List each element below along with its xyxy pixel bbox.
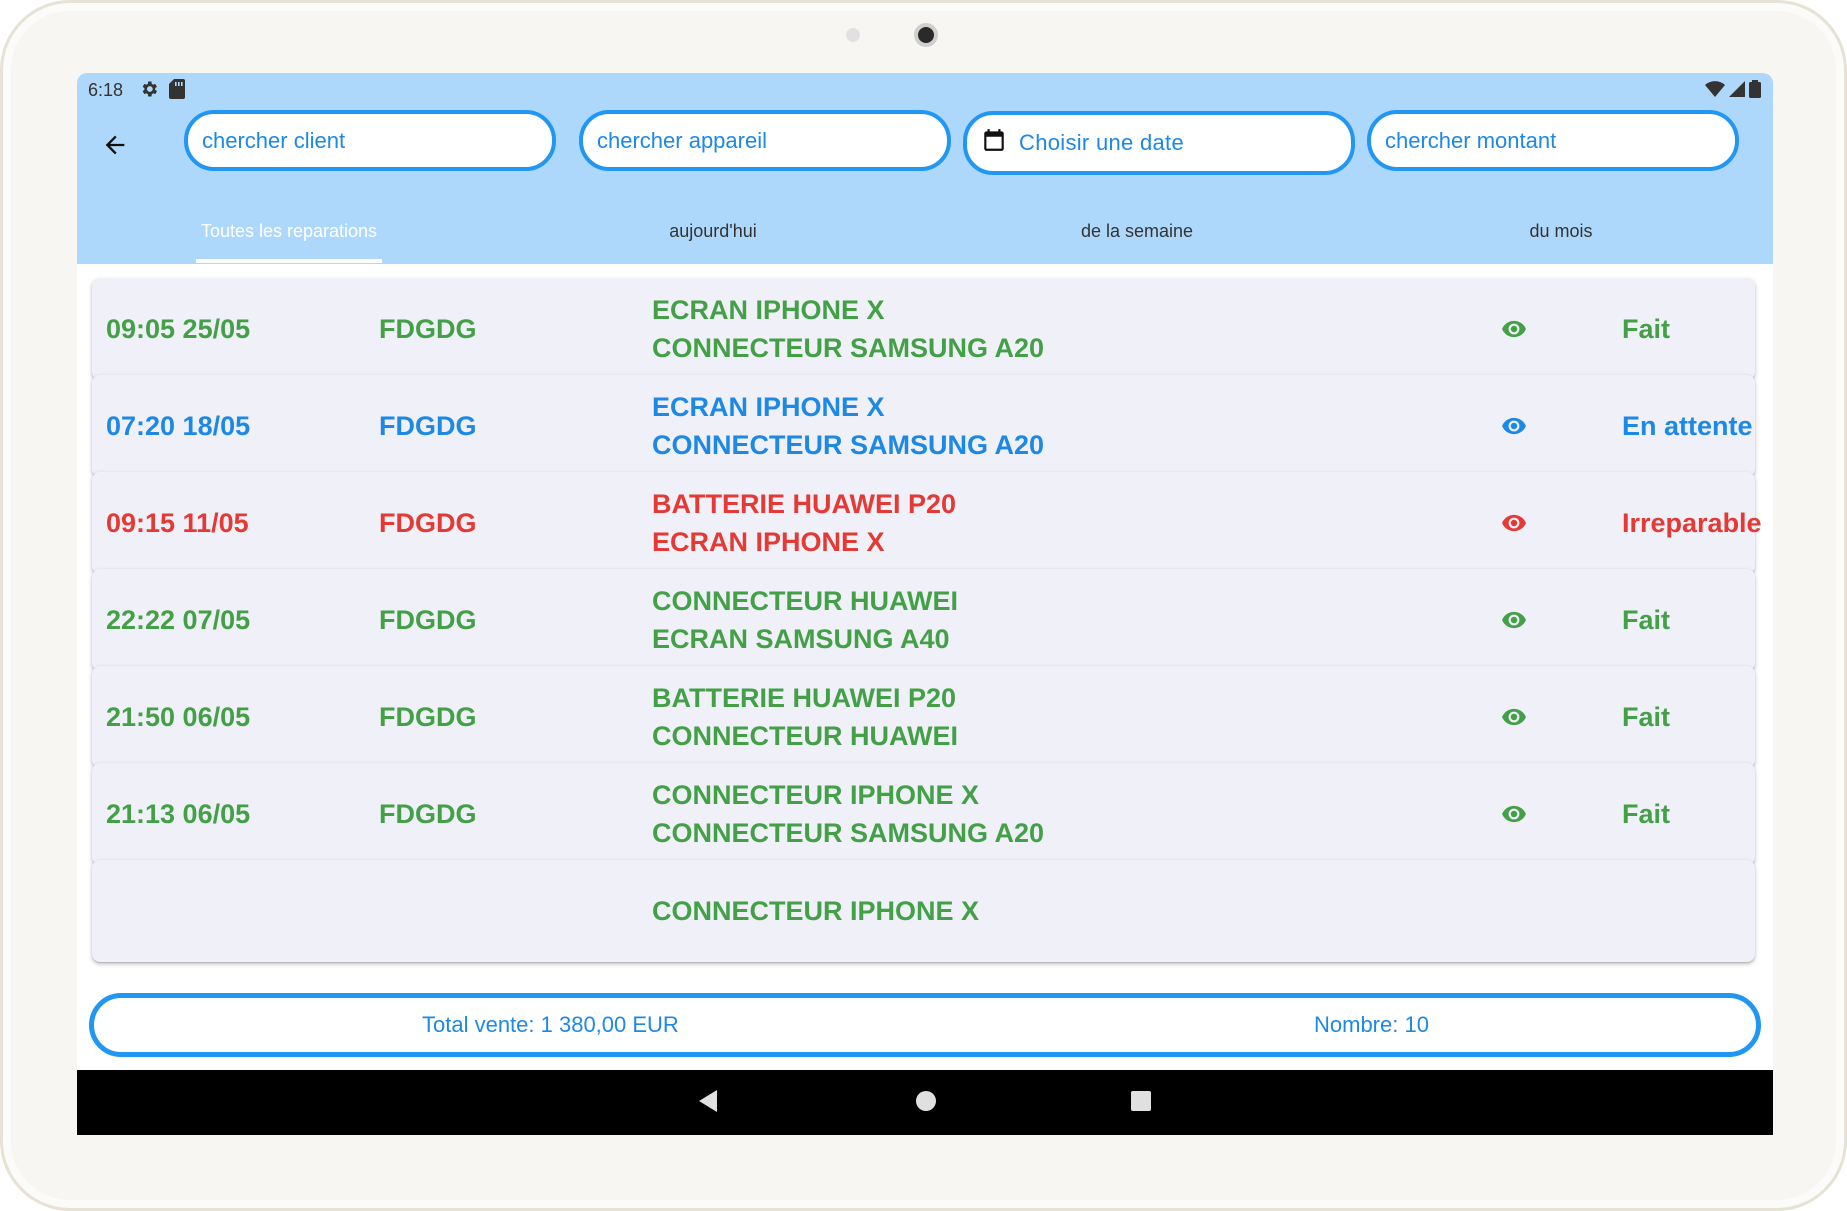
tablet-device: 6:18 chercher client chercher appareil C…	[0, 0, 1847, 1211]
view-eye-icon[interactable]	[1500, 412, 1528, 440]
app-screen: 6:18 chercher client chercher appareil C…	[77, 73, 1773, 1135]
repair-status: Fait	[1622, 701, 1671, 732]
repair-device: BATTERIE HUAWEI P20	[652, 683, 957, 713]
view-eye-icon[interactable]	[1500, 315, 1528, 343]
arrow-left-icon	[101, 131, 129, 164]
repair-status: En attente	[1622, 410, 1753, 441]
repair-device: CONNECTEUR SAMSUNG A20	[652, 818, 1045, 848]
repair-status: Fait	[1622, 313, 1671, 344]
nav-home-icon[interactable]	[913, 1088, 939, 1119]
front-camera	[914, 23, 938, 47]
repair-status: Fait	[1622, 604, 1671, 635]
repair-time: 09:05 25/05	[106, 313, 251, 344]
view-eye-icon[interactable]	[1500, 703, 1528, 731]
tab-week[interactable]: de la semaine	[925, 199, 1349, 264]
repair-device: ECRAN IPHONE X	[652, 527, 885, 557]
repair-device: CONNECTEUR SAMSUNG A20	[652, 430, 1045, 460]
repair-device: CONNECTEUR HUAWEI	[652, 586, 959, 616]
date-picker-button[interactable]: Choisir une date	[963, 111, 1355, 175]
repair-time: 07:20 18/05	[106, 410, 251, 441]
light-sensor	[846, 28, 860, 42]
repair-devices: CONNECTEUR IPHONE X	[652, 860, 979, 962]
tab-bar: Toutes les reparations aujourd'hui de la…	[77, 199, 1773, 264]
repair-devices: ECRAN IPHONE X CONNECTEUR SAMSUNG A20	[652, 278, 1044, 380]
repairs-list[interactable]: 09:05 25/05 FDGDG ECRAN IPHONE X CONNECT…	[77, 264, 1773, 987]
repair-time: 21:50 06/05	[106, 701, 251, 732]
battery-icon	[1749, 80, 1761, 103]
system-nav-bar	[77, 1070, 1773, 1135]
wifi-icon	[1705, 81, 1725, 102]
total-sales: Total vente: 1 380,00 EUR	[422, 1012, 679, 1037]
repair-devices: BATTERIE HUAWEI P20 ECRAN IPHONE X	[652, 472, 956, 574]
back-button[interactable]	[96, 128, 134, 166]
repair-row[interactable]: 07:20 18/05 FDGDG ECRAN IPHONE X CONNECT…	[92, 375, 1755, 477]
search-client-input[interactable]	[202, 127, 552, 154]
signal-icon	[1729, 81, 1745, 102]
repair-row[interactable]: 22:22 07/05 FDGDG CONNECTEUR HUAWEI ECRA…	[92, 569, 1755, 671]
repair-device: ECRAN IPHONE X	[652, 392, 885, 422]
search-amount-input[interactable]	[1385, 127, 1735, 154]
repairs-count: Nombre: 10	[1314, 1012, 1429, 1037]
repair-device: CONNECTEUR IPHONE X	[652, 896, 980, 926]
repair-device: CONNECTEUR IPHONE X	[652, 780, 980, 810]
repair-client: FDGDG	[379, 410, 477, 441]
repair-client: FDGDG	[379, 701, 477, 732]
repair-device: ECRAN IPHONE X	[652, 295, 885, 325]
repair-device: CONNECTEUR SAMSUNG A20	[652, 333, 1045, 363]
gear-icon	[139, 79, 159, 104]
tab-month[interactable]: du mois	[1349, 199, 1773, 264]
repair-devices: CONNECTEUR IPHONE X CONNECTEUR SAMSUNG A…	[652, 763, 1044, 865]
repair-time: 09:15 11/05	[106, 507, 249, 538]
repair-row[interactable]: 09:05 25/05 FDGDG ECRAN IPHONE X CONNECT…	[92, 278, 1755, 380]
repair-row[interactable]: 21:50 06/05 FDGDG BATTERIE HUAWEI P20 CO…	[92, 666, 1755, 768]
repair-time: 21:13 06/05	[106, 798, 251, 829]
totals-bar: Total vente: 1 380,00 EUR Nombre: 10	[89, 993, 1761, 1057]
repair-time: 22:22 07/05	[106, 604, 251, 635]
repair-row-partial[interactable]: CONNECTEUR IPHONE X	[92, 860, 1755, 962]
status-time: 6:18	[88, 80, 124, 100]
status-icons-right	[1705, 80, 1761, 103]
view-eye-icon[interactable]	[1500, 509, 1528, 537]
repair-client: FDGDG	[379, 507, 477, 538]
status-icons-left	[139, 79, 185, 104]
repair-row[interactable]: 21:13 06/05 FDGDG CONNECTEUR IPHONE X CO…	[92, 763, 1755, 865]
nav-recents-icon[interactable]	[1128, 1088, 1154, 1119]
repair-client: FDGDG	[379, 313, 477, 344]
calendar-icon	[981, 127, 1019, 159]
view-eye-icon[interactable]	[1500, 800, 1528, 828]
repair-devices: BATTERIE HUAWEI P20 CONNECTEUR HUAWEI	[652, 666, 958, 768]
repair-status: Irreparable	[1622, 507, 1762, 538]
repair-device: ECRAN SAMSUNG A40	[652, 624, 950, 654]
app-bar: 6:18 chercher client chercher appareil C…	[77, 73, 1773, 264]
tab-all-repairs[interactable]: Toutes les reparations	[77, 199, 501, 264]
repair-status: Fait	[1622, 798, 1671, 829]
view-eye-icon[interactable]	[1500, 606, 1528, 634]
search-amount-field[interactable]	[1367, 110, 1739, 171]
search-device-field[interactable]	[579, 110, 951, 171]
repair-client: FDGDG	[379, 798, 477, 829]
search-device-input[interactable]	[597, 127, 947, 154]
date-picker-label: Choisir une date	[1019, 130, 1185, 155]
repair-devices: ECRAN IPHONE X CONNECTEUR SAMSUNG A20	[652, 375, 1044, 477]
repair-row[interactable]: 09:15 11/05 FDGDG BATTERIE HUAWEI P20 EC…	[92, 472, 1762, 574]
repair-device: CONNECTEUR HUAWEI	[652, 721, 959, 751]
search-client-field[interactable]	[184, 110, 556, 171]
tab-today[interactable]: aujourd'hui	[501, 199, 925, 264]
sd-card-icon	[169, 79, 185, 104]
tab-active-indicator	[196, 259, 382, 263]
repair-device: BATTERIE HUAWEI P20	[652, 489, 957, 519]
nav-back-icon[interactable]	[697, 1088, 721, 1119]
repair-client: FDGDG	[379, 604, 477, 635]
repair-devices: CONNECTEUR HUAWEI ECRAN SAMSUNG A40	[652, 569, 958, 671]
